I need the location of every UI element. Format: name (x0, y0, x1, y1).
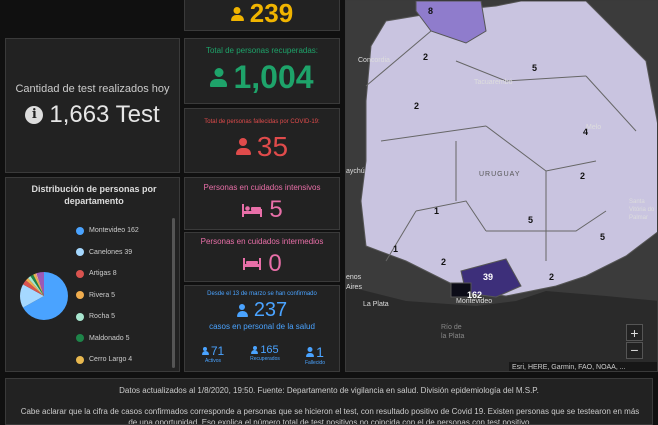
deceased-value: 35 (256, 130, 289, 162)
legend-item[interactable]: Rivera 5 (76, 285, 171, 307)
health-recovered-label: Recuperados (250, 356, 280, 362)
map-attribution: Esri, HERE, Garmin, FAO, NOAA, ... (509, 362, 657, 371)
legend-item[interactable]: Cerro Largo 4 (76, 349, 171, 370)
legend-item[interactable]: Montevideo 162 (76, 220, 171, 242)
map-label-concordia: Concordia (358, 57, 390, 64)
person-icon (201, 347, 209, 355)
confirmed-subtitle: casos en personal de la salud (209, 322, 315, 331)
map-label-la-plata: La Plata (363, 301, 389, 308)
tests-value: 1,663 Test (49, 100, 160, 128)
footer-note: Cabe aclarar que la cifra de casos confi… (20, 407, 640, 425)
health-recovered-value: 165 (260, 344, 279, 356)
icu-panel: Personas en cuidados intensivos 5 (184, 177, 340, 230)
confirmed-title: Desde el 13 de marzo se han confirmado (207, 291, 317, 297)
icu-value: 5 (269, 196, 283, 223)
intermediate-value: 0 (268, 249, 282, 277)
distribution-panel: Distribución de personas por departament… (5, 177, 180, 372)
map-label-ayschu: aychú (346, 168, 365, 175)
health-active-value: 71 (210, 344, 225, 358)
new-cases-panel: 239 (184, 0, 340, 31)
intermediate-panel: Personas en cuidados intermedios 0 (184, 232, 340, 282)
health-active-label: Activos (204, 358, 222, 364)
dept-count-soriano[interactable]: 1 (393, 244, 398, 254)
info-icon: i (25, 105, 44, 124)
dept-count-treinta-y-tres[interactable]: 2 (580, 171, 585, 181)
legend-swatch (76, 269, 84, 278)
person-icon (251, 346, 259, 354)
legend-label: Cerro Largo 4 (89, 356, 133, 364)
dept-count-artigas[interactable]: 8 (428, 6, 433, 16)
deceased-panel: Total de personas fallecidas por COVID-1… (184, 108, 340, 173)
legend-swatch (76, 291, 84, 300)
health-personnel-panel: Desde el 13 de marzo se han confirmado 2… (184, 285, 340, 372)
legend-swatch (76, 334, 84, 343)
legend-label: Montevideo 162 (89, 227, 139, 235)
recovered-value: 1,004 (233, 59, 314, 95)
confirmed-value: 237 (253, 299, 288, 321)
bed-icon (242, 204, 263, 217)
legend-swatch (76, 248, 84, 257)
dept-count-rocha[interactable]: 5 (600, 232, 605, 242)
map-label-santa-vitoria: Santa Vitória do Palmar (629, 199, 655, 221)
bed-icon (243, 257, 262, 270)
dept-count-maldonado[interactable]: 2 (549, 272, 554, 282)
person-icon (210, 68, 228, 87)
person-icon (306, 347, 315, 357)
map-label-uruguay: URUGUAY (479, 171, 521, 178)
legend-swatch (76, 355, 84, 364)
recovered-panel: Total de personas recuperadas: 1,004 (184, 38, 340, 104)
dept-count-paysandu[interactable]: 2 (414, 101, 419, 111)
legend-label: Rocha 5 (89, 313, 116, 321)
legend-label: Rivera 5 (89, 291, 116, 299)
legend-item[interactable]: Rocha 5 (76, 306, 171, 328)
tests-panel: Cantidad de test realizados hoy i 1,663 … (5, 38, 180, 173)
legend-swatch (76, 312, 84, 321)
map-label-montevideo: Montevideo (456, 298, 493, 305)
uruguay-map[interactable] (346, 1, 658, 372)
legend-swatch (76, 226, 84, 235)
map-label-melo: Melo (586, 124, 602, 131)
dept-count-salto[interactable]: 2 (423, 52, 428, 62)
recovered-title: Total de personas recuperadas: (205, 46, 319, 55)
person-icon (235, 138, 251, 155)
health-active: 71 Activos (193, 344, 233, 364)
legend-item[interactable]: Canelones 39 (76, 242, 171, 264)
map-label-tacuarembo: Tacuarembó (474, 79, 513, 86)
new-cases-value: 239 (249, 0, 294, 28)
distribution-title: Distribución de personas por departament… (31, 184, 157, 206)
footer-updated: Datos actualizados al 1/8/2020, 19:50. F… (119, 386, 539, 395)
map-panel[interactable]: 8 2 5 2 4 2 1 1 2 5 39 162 5 2 Concordia… (345, 0, 658, 372)
person-icon (236, 304, 248, 317)
health-deceased: 1 Fallecido (295, 344, 335, 366)
deceased-title: Total de personas fallecidas por COVID-1… (204, 118, 320, 125)
distribution-legend: Montevideo 162 Canelones 39 Artigas 8 River… (76, 220, 171, 370)
zoom-in-button[interactable]: + (626, 324, 643, 341)
map-label-rio-de-la-plata: Río de la Plata (441, 324, 465, 340)
dept-count-san-jose[interactable]: 2 (441, 257, 446, 267)
health-deceased-value: 1 (316, 344, 324, 360)
intermediate-title: Personas en cuidados intermedios (200, 236, 324, 246)
dept-count-rivera[interactable]: 5 (532, 63, 537, 73)
legend-label: Maldonado 5 (89, 334, 130, 342)
person-icon (230, 6, 244, 21)
legend-label: Canelones 39 (89, 248, 133, 256)
zoom-out-button[interactable]: − (626, 342, 643, 359)
map-label-enos: enos (346, 274, 362, 281)
dept-count-durazno[interactable]: 1 (434, 206, 439, 216)
legend-item[interactable]: Artigas 8 (76, 263, 171, 285)
map-label-aires: Aires (346, 284, 362, 291)
legend-item[interactable]: Maldonado 5 (76, 328, 171, 350)
icu-title: Personas en cuidados intensivos (203, 183, 321, 192)
footer-panel: Datos actualizados al 1/8/2020, 19:50. F… (5, 378, 653, 425)
tests-title: Cantidad de test realizados hoy (15, 82, 170, 95)
legend-label: Artigas 8 (89, 270, 117, 278)
health-deceased-label: Fallecido (304, 360, 325, 366)
dept-count-canelones[interactable]: 39 (483, 272, 493, 282)
distribution-pie-chart (20, 272, 69, 320)
health-recovered: 165 Recuperados (243, 344, 287, 362)
dept-count-lavalleja[interactable]: 5 (528, 215, 533, 225)
legend-scrollbar[interactable] (172, 218, 175, 368)
